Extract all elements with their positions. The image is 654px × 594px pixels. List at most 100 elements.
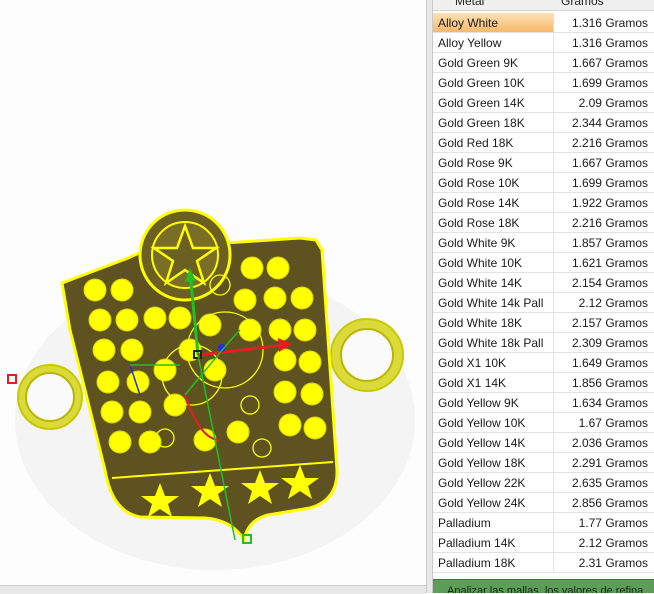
right-jump-ring [330, 318, 404, 392]
table-row[interactable]: Gold White 10K 1.621 Gramos [433, 253, 654, 273]
table-row[interactable]: Gold Red 18K 2.216 Gramos [433, 133, 654, 153]
column-divider [553, 333, 554, 352]
left-jump-ring [17, 364, 83, 430]
column-divider [553, 53, 554, 72]
column-divider [553, 553, 554, 572]
metal-name-cell: Gold Green 9K [438, 56, 519, 70]
metal-name-cell: Gold Yellow 9K [438, 396, 519, 410]
column-divider [553, 193, 554, 212]
grams-cell: 1.667 Gramos [571, 56, 648, 70]
table-row[interactable]: Alloy Yellow 1.316 Gramos [433, 33, 654, 53]
column-divider [553, 93, 554, 112]
table-row[interactable]: Gold Rose 14K 1.922 Gramos [433, 193, 654, 213]
grams-cell: 2.856 Gramos [571, 496, 648, 510]
column-divider [553, 213, 554, 232]
metal-name-cell: Gold Yellow 10K [438, 416, 526, 430]
metal-name-cell: Gold Yellow 22K [438, 476, 526, 490]
column-divider [553, 313, 554, 332]
metal-name-cell: Gold Yellow 24K [438, 496, 526, 510]
table-row[interactable]: Palladium 18K 2.31 Gramos [433, 553, 654, 573]
grams-cell: 2.216 Gramos [571, 216, 648, 230]
grams-cell: 2.31 Gramos [578, 556, 648, 570]
grams-cell: 1.67 Gramos [578, 416, 648, 430]
analyze-meshes-button[interactable]: Analizar las mallas, los valores de refi… [433, 579, 654, 593]
metal-name-cell: Gold White 14K [438, 276, 523, 290]
column-divider [553, 353, 554, 372]
column-divider [553, 133, 554, 152]
grams-cell: 2.216 Gramos [571, 136, 648, 150]
grams-cell: 1.621 Gramos [571, 256, 648, 270]
column-header-grams[interactable]: Gramos [561, 0, 604, 8]
table-row[interactable]: Gold White 14K 2.154 Gramos [433, 273, 654, 293]
column-divider [553, 373, 554, 392]
grams-cell: 2.157 Gramos [571, 316, 648, 330]
column-header-metal[interactable]: Metal [455, 0, 484, 8]
table-row[interactable]: Gold White 18K 2.157 Gramos [433, 313, 654, 333]
metal-name-cell: Gold Red 18K [438, 136, 514, 150]
metal-name-cell: Gold Green 18K [438, 116, 525, 130]
grams-cell: 1.857 Gramos [571, 236, 648, 250]
metal-name-cell: Gold White 14k Pall [438, 296, 544, 310]
metal-name-cell: Gold White 9K [438, 236, 516, 250]
grams-cell: 2.344 Gramos [571, 116, 648, 130]
grams-cell: 2.154 Gramos [571, 276, 648, 290]
table-row[interactable]: Gold Yellow 18K 2.291 Gramos [433, 453, 654, 473]
metal-name-cell: Gold Green 10K [438, 76, 525, 90]
metal-name-cell: Gold White 18K [438, 316, 523, 330]
metal-name-cell: Gold Yellow 18K [438, 456, 526, 470]
column-divider [553, 413, 554, 432]
table-row[interactable]: Gold White 18k Pall 2.309 Gramos [433, 333, 654, 353]
column-divider [553, 233, 554, 252]
table-row[interactable]: Gold Green 10K 1.699 Gramos [433, 73, 654, 93]
column-divider [553, 33, 554, 52]
metal-weight-panel: Metal Gramos Alloy White 1.316 Gramos Allo… [433, 0, 654, 593]
column-divider [553, 453, 554, 472]
metal-name-cell: Alloy White [438, 16, 499, 30]
metal-name-cell: Gold White 18k Pall [438, 336, 544, 350]
table-row[interactable]: Gold X1 14K 1.856 Gramos [433, 373, 654, 393]
table-row[interactable]: Gold Yellow 9K 1.634 Gramos [433, 393, 654, 413]
table-row[interactable]: Gold Green 18K 2.344 Gramos [433, 113, 654, 133]
table-row[interactable]: Palladium 1.77 Gramos [433, 513, 654, 533]
table-row[interactable]: Gold Yellow 14K 2.036 Gramos [433, 433, 654, 453]
metal-name-cell: Alloy Yellow [438, 36, 502, 50]
metal-name-cell: Palladium 14K [438, 536, 516, 550]
table-header: Metal Gramos [433, 0, 654, 11]
table-row[interactable]: Gold Rose 18K 2.216 Gramos [433, 213, 654, 233]
grams-cell: 1.699 Gramos [571, 176, 648, 190]
grams-cell: 2.291 Gramos [571, 456, 648, 470]
metal-name-cell: Gold Rose 14K [438, 196, 520, 210]
bbox-handle-left[interactable] [7, 374, 17, 384]
table-row[interactable]: Gold White 9K 1.857 Gramos [433, 233, 654, 253]
grams-cell: 1.699 Gramos [571, 76, 648, 90]
table-row[interactable]: Gold White 14k Pall 2.12 Gramos [433, 293, 654, 313]
charm-model[interactable] [0, 0, 426, 585]
column-divider [553, 273, 554, 292]
table-row[interactable]: Gold Yellow 22K 2.635 Gramos [433, 473, 654, 493]
table-row[interactable]: Gold Green 14K 2.09 Gramos [433, 93, 654, 113]
metal-name-cell: Gold X1 14K [438, 376, 507, 390]
grams-cell: 2.036 Gramos [571, 436, 648, 450]
splitter-handle[interactable] [426, 0, 433, 593]
table-row[interactable]: Alloy White 1.316 Gramos [433, 13, 654, 33]
column-divider [553, 533, 554, 552]
grams-cell: 1.856 Gramos [571, 376, 648, 390]
table-row[interactable]: Gold Rose 9K 1.667 Gramos [433, 153, 654, 173]
metal-name-cell: Gold Green 14K [438, 96, 525, 110]
column-divider [553, 393, 554, 412]
table-row[interactable]: Gold Yellow 10K 1.67 Gramos [433, 413, 654, 433]
column-divider [553, 13, 554, 32]
grams-cell: 2.12 Gramos [578, 536, 648, 550]
table-row[interactable]: Gold Yellow 24K 2.856 Gramos [433, 493, 654, 513]
metal-name-cell: Gold Rose 10K [438, 176, 520, 190]
table-row[interactable]: Gold Rose 10K 1.699 Gramos [433, 173, 654, 193]
grams-cell: 2.309 Gramos [571, 336, 648, 350]
grams-cell: 1.316 Gramos [571, 16, 648, 30]
table-row[interactable]: Palladium 14K 2.12 Gramos [433, 533, 654, 553]
grams-cell: 1.316 Gramos [571, 36, 648, 50]
column-divider [553, 113, 554, 132]
grams-cell: 1.667 Gramos [571, 156, 648, 170]
3d-viewport[interactable] [0, 0, 426, 585]
table-row[interactable]: Gold X1 10K 1.649 Gramos [433, 353, 654, 373]
table-row[interactable]: Gold Green 9K 1.667 Gramos [433, 53, 654, 73]
